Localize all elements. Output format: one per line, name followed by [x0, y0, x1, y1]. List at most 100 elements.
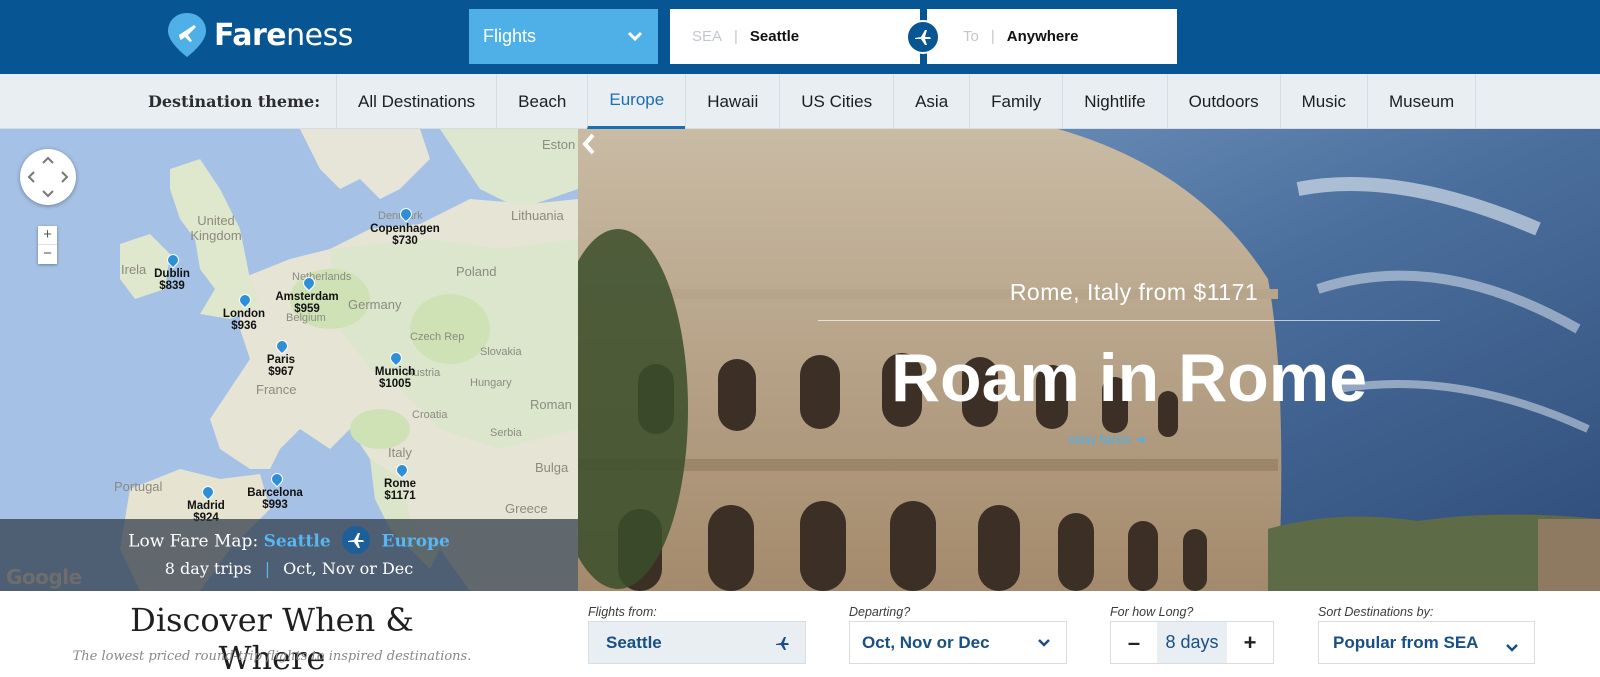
map-label-bulgaria: Bulga [535, 460, 569, 475]
map-label-czech: Czech Rep [410, 331, 465, 343]
google-attribution[interactable]: Google [6, 565, 82, 589]
map-zoom-control: + − [38, 226, 57, 264]
map-label-greece: Greece [505, 501, 548, 516]
city-barcelona[interactable]: Barcelona $993 [242, 487, 308, 511]
map-overlay-route: Low Fare Map: Seattle Europe [0, 526, 578, 556]
search-title: Discover When & Where [130, 601, 414, 677]
tab-all-destinations[interactable]: All Destinations [336, 74, 496, 129]
departing-label: Departing? [849, 605, 911, 619]
map-label-romania: Roman [530, 397, 572, 412]
plane-swap-button[interactable] [906, 20, 940, 54]
overlay-origin[interactable]: Seattle [264, 532, 331, 552]
flights-from-label: Flights from: [588, 605, 657, 619]
destination-value: Anywhere [1006, 28, 1079, 45]
sort-label: Sort Destinations by: [1318, 605, 1434, 619]
tab-us-cities[interactable]: US Cities [779, 74, 893, 129]
sort-dropdown[interactable]: Popular from SEA [1318, 621, 1535, 664]
hero-subtitle: Rome, Italy from $1171 [1009, 279, 1259, 305]
logo-text: Fareness [214, 17, 353, 53]
tab-museum[interactable]: Museum [1367, 74, 1477, 129]
map-label-hungary: Hungary [470, 377, 512, 389]
top-header: Fareness Flights SEA | Seattle To | Anyw… [0, 0, 1600, 74]
arrow-right-icon: ➜ [1134, 431, 1147, 447]
divider-icon: | [990, 28, 995, 45]
hero-divider [818, 320, 1440, 321]
zoom-in-button[interactable]: + [38, 226, 57, 245]
destination-placeholder: To [963, 28, 979, 45]
plane-icon [915, 30, 931, 45]
view-fares-link[interactable]: view fares ➜ [1068, 431, 1147, 448]
departing-dropdown[interactable]: Oct, Nov or Dec [849, 621, 1067, 664]
zoom-out-button[interactable]: − [43, 245, 52, 262]
fareness-logo[interactable]: Fareness [166, 9, 353, 61]
trip-length-label: For how Long? [1110, 605, 1194, 619]
tab-hawaii[interactable]: Hawaii [685, 74, 779, 129]
decrease-days-button[interactable]: – [1111, 622, 1157, 663]
chevron-down-icon [1506, 644, 1518, 652]
hero-title: Roam in Rome [890, 340, 1368, 416]
city-dublin[interactable]: Dublin $839 [143, 268, 201, 292]
divider-icon: | [734, 28, 738, 45]
origin-input[interactable]: SEA | Seattle [670, 9, 920, 64]
map-label-serbia: Serbia [490, 427, 522, 439]
travel-mode-value: Flights [483, 26, 537, 46]
trip-length-value: 8 days [1157, 622, 1227, 663]
search-bar: Discover When & Where The lowest priced … [0, 591, 1600, 677]
map-label-netherlands: Netherlands [292, 271, 352, 283]
origin-value: Seattle [749, 28, 800, 45]
low-fare-map[interactable]: Eston United Kingdom Belgium Irela Denma… [0, 129, 578, 591]
hero-banner[interactable]: Rome, Italy from $1171 Roam in Rome view… [578, 129, 1600, 591]
flights-from-value: Seattle [606, 632, 662, 652]
previous-slide-icon[interactable] [578, 129, 600, 159]
tab-europe[interactable]: Europe [587, 74, 686, 129]
increase-days-button[interactable]: + [1227, 622, 1273, 663]
map-label-poland: Poland [456, 264, 497, 279]
overlay-months: Oct, Nov or Dec [283, 559, 414, 578]
plane-icon [776, 637, 789, 650]
trip-length-stepper: – 8 days + [1110, 621, 1274, 664]
overlay-label: Low Fare Map: [128, 531, 259, 552]
map-label-italy: Italy [388, 445, 412, 460]
city-munich[interactable]: Munich $1005 [366, 366, 424, 390]
departing-value: Oct, Nov or Dec [862, 632, 990, 652]
city-copenhagen[interactable]: Copenhagen $730 [362, 223, 448, 247]
map-label-france: France [256, 382, 297, 397]
sort-value: Popular from SEA [1333, 632, 1479, 652]
map-overlay-details: 8 day trips | Oct, Nov or Dec [0, 559, 578, 578]
overlay-destination[interactable]: Europe [381, 532, 449, 552]
map-label-lithuania: Lithuania [511, 208, 564, 223]
map-pan-control[interactable] [20, 149, 76, 205]
city-london[interactable]: London $936 [216, 308, 272, 332]
destination-input[interactable]: To | Anywhere [927, 9, 1177, 64]
tab-outdoors[interactable]: Outdoors [1166, 74, 1280, 129]
city-amsterdam[interactable]: Amsterdam $959 [270, 291, 344, 315]
tab-family[interactable]: Family [969, 74, 1062, 129]
tab-asia[interactable]: Asia [893, 74, 969, 129]
overlay-trip-length: 8 day trips [164, 559, 252, 578]
destination-theme-bar: Destination theme: All Destinations Beac… [0, 74, 1600, 129]
chevron-down-icon [627, 31, 643, 42]
city-paris[interactable]: Paris $967 [255, 354, 307, 378]
map-label-portugal: Portugal [114, 479, 163, 494]
flights-from-field[interactable]: Seattle [588, 621, 806, 664]
view-fares-label: view fares [1068, 431, 1132, 447]
tab-music[interactable]: Music [1279, 74, 1367, 129]
pan-arrows-icon [27, 156, 69, 198]
origin-code: SEA [692, 28, 723, 45]
map-overlay-bar: Low Fare Map: Seattle Europe 8 day trips… [0, 519, 578, 591]
map-label-estonia: Eston [542, 137, 576, 152]
map-label-uk: United Kingdom [190, 213, 242, 243]
tab-beach[interactable]: Beach [496, 74, 587, 129]
theme-label: Destination theme: [148, 92, 321, 111]
divider-icon: | [264, 559, 271, 578]
chevron-down-icon [1038, 639, 1050, 647]
map-label-slovakia: Slovakia [480, 346, 522, 358]
travel-mode-dropdown[interactable]: Flights [469, 9, 658, 64]
search-subtitle: The lowest priced round-trip flights to … [72, 649, 472, 664]
map-label-germany: Germany [348, 297, 402, 312]
tab-nightlife[interactable]: Nightlife [1062, 74, 1166, 129]
city-rome[interactable]: Rome $1171 [374, 478, 426, 502]
theme-tabs: All Destinations Beach Europe Hawaii US … [336, 74, 1477, 129]
map-label-croatia: Croatia [412, 409, 448, 421]
plane-icon [342, 526, 371, 554]
